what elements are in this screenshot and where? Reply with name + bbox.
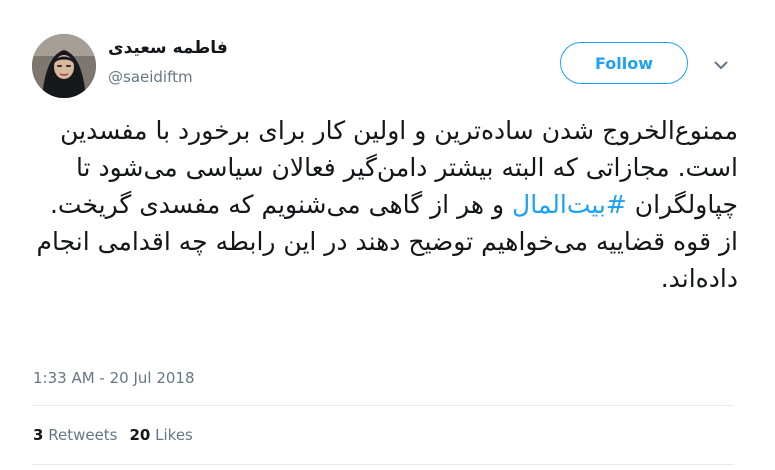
follow-button[interactable]: Follow xyxy=(560,42,688,84)
author-handle[interactable]: @saeidiftm xyxy=(108,68,193,86)
likes-label: Likes xyxy=(155,426,193,444)
tweet-card: فاطمه سعیدی @saeidiftm Follow ممنوع‌الخر… xyxy=(0,0,775,470)
likes-stat[interactable]: 20 Likes xyxy=(130,426,193,444)
likes-count: 20 xyxy=(129,426,151,444)
tweet-timestamp[interactable]: 1:33 AM - 20 Jul 2018 xyxy=(33,369,195,387)
chevron-down-icon[interactable] xyxy=(708,54,734,76)
author-display-name[interactable]: فاطمه سعیدی xyxy=(108,38,248,58)
tweet-stats: 3 Retweets 20 Likes xyxy=(33,426,193,444)
divider xyxy=(32,464,734,465)
avatar[interactable] xyxy=(32,34,96,98)
retweets-label: Retweets xyxy=(48,426,118,444)
tweet-text: ممنوع‌الخروج شدن ساده‌ترین و اولین کار ب… xyxy=(30,112,738,297)
divider xyxy=(32,405,734,406)
hashtag-link[interactable]: #بیت‌المال xyxy=(512,190,627,219)
retweets-stat[interactable]: 3 Retweets xyxy=(33,426,118,444)
retweets-count: 3 xyxy=(33,426,44,444)
